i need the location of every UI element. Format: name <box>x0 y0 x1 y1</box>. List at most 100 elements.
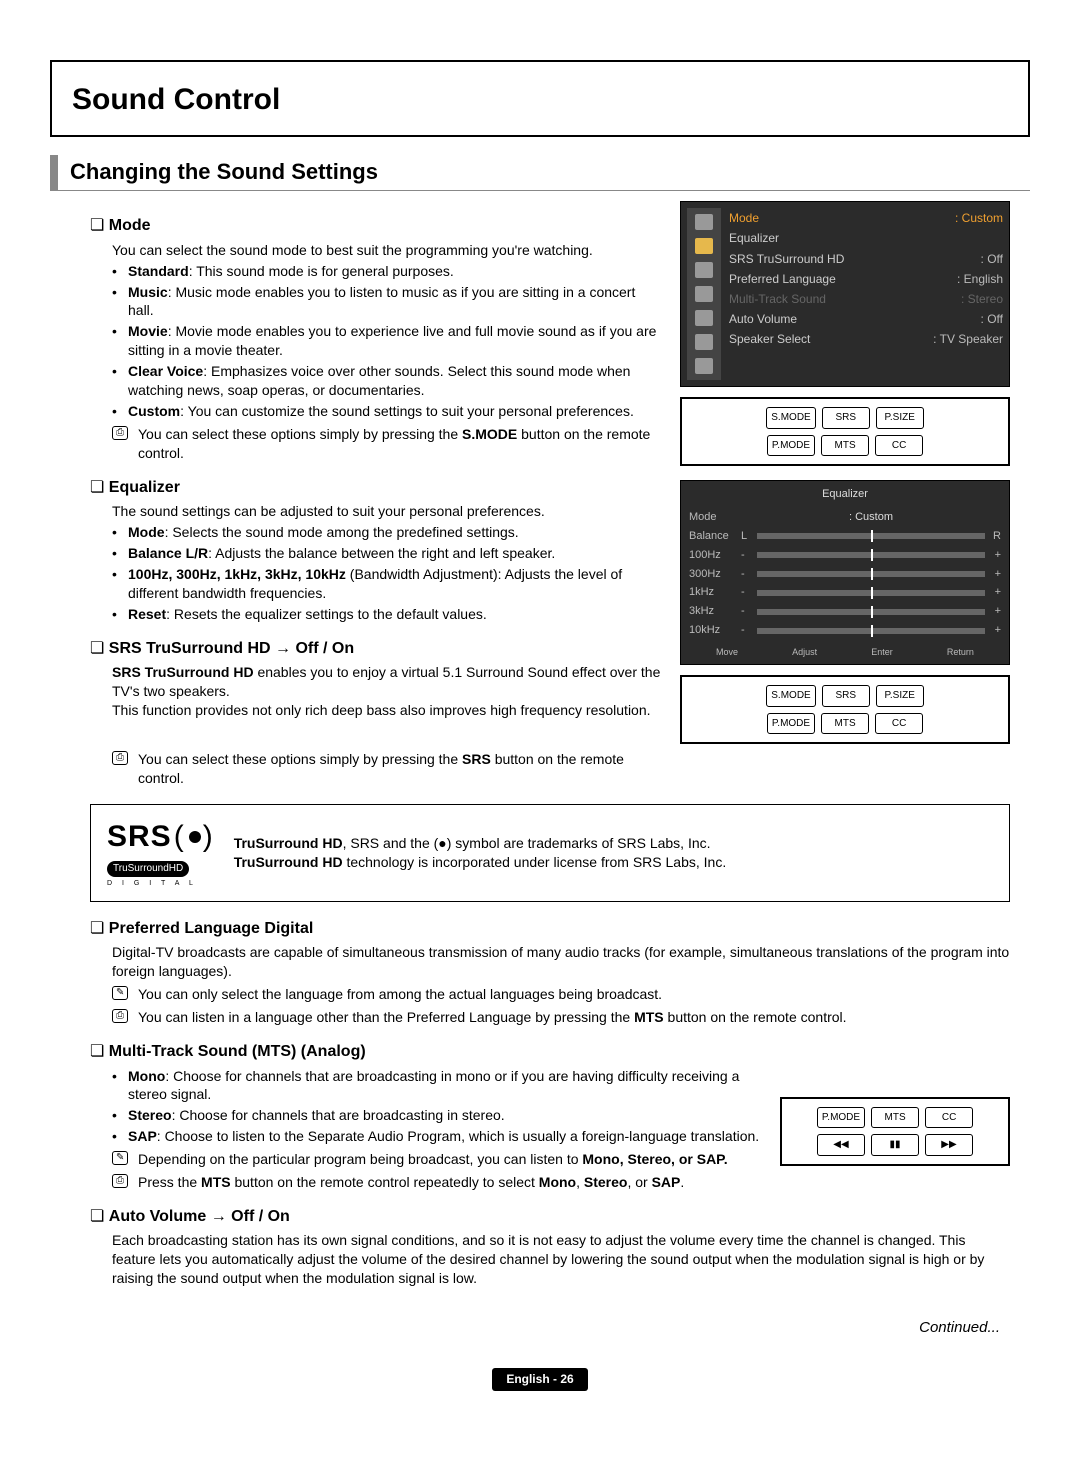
bullet: Standard: This sound mode is for general… <box>112 262 664 281</box>
remote-note-icon: ⎙ <box>112 426 128 440</box>
osd-footer-hint: Move <box>716 646 738 658</box>
speaker-icon <box>695 238 713 254</box>
remote-note-icon: ⎙ <box>112 1174 128 1188</box>
page-footer: English - 26 <box>50 1368 1030 1390</box>
subsection-srs: SRS TruSurround HD → Off / On SRS TruSur… <box>90 638 664 788</box>
bullet: Custom: You can customize the sound sett… <box>112 402 664 421</box>
srs-logo: SRS() TruSurroundHD D I G I T A L <box>107 817 214 889</box>
doc-note-icon: ✎ <box>112 986 128 1000</box>
osd-footer-hint: Adjust <box>792 646 817 658</box>
sub-title: Equalizer <box>90 477 664 499</box>
remote-button: MTS <box>821 713 869 735</box>
bullet-list: Mono: Choose for channels that are broad… <box>112 1067 764 1147</box>
menu-icon <box>695 262 713 278</box>
remote-button: S.MODE <box>766 685 815 707</box>
remote-button: P.SIZE <box>876 685 924 707</box>
osd-menu-item: Speaker Select: TV Speaker <box>729 329 1003 349</box>
osd-menu-item: Preferred Language: English <box>729 269 1003 289</box>
remote-button: P.SIZE <box>876 407 924 429</box>
note: ✎ You can only select the language from … <box>112 985 1010 1004</box>
bullet: 100Hz, 300Hz, 1kHz, 3kHz, 10kHz (Bandwid… <box>112 565 664 603</box>
body-text: The sound settings can be adjusted to su… <box>112 502 664 521</box>
osd-menu-item: Equalizer <box>729 228 1003 248</box>
menu-icon <box>695 214 713 230</box>
osd-menu-item: Mode: Custom <box>729 208 1003 228</box>
bullet: Mono: Choose for channels that are broad… <box>112 1067 764 1105</box>
sub-title: SRS TruSurround HD → Off / On <box>90 638 664 660</box>
remote-button: S.MODE <box>766 407 815 429</box>
section-heading: Changing the Sound Settings <box>50 155 1030 192</box>
osd-footer-hint: Return <box>947 646 974 658</box>
menu-icon <box>695 334 713 350</box>
body-text: You can select the sound mode to best su… <box>112 241 664 260</box>
osd-side-icons <box>687 208 721 380</box>
note: ⎙ You can listen in a language other tha… <box>112 1008 1010 1027</box>
bullet: Movie: Movie mode enables you to experie… <box>112 322 664 360</box>
eq-band-row: 1kHz-+ <box>689 583 1001 602</box>
bullet: Mode: Selects the sound mode among the p… <box>112 523 664 542</box>
subsection-mts: Multi-Track Sound (MTS) (Analog) Mono: C… <box>90 1041 764 1192</box>
bullet: Reset: Resets the equalizer settings to … <box>112 605 664 624</box>
continued-label: Continued... <box>50 1318 1030 1338</box>
bullet-list: Standard: This sound mode is for general… <box>112 262 664 421</box>
osd-title: Equalizer <box>689 487 1001 502</box>
remote-diagram: S.MODE SRS P.SIZE P.MODE MTS CC <box>680 397 1010 466</box>
remote-button: ▶▶ <box>925 1134 973 1156</box>
menu-icon <box>695 358 713 374</box>
doc-note-icon: ✎ <box>112 1151 128 1165</box>
page-number-pill: English - 26 <box>492 1368 587 1390</box>
remote-button: P.MODE <box>767 435 815 457</box>
subsection-preferred-language: Preferred Language Digital Digital-TV br… <box>90 918 1010 1027</box>
osd-equalizer: Equalizer Mode: Custom BalanceLR 100Hz-+… <box>680 480 1010 665</box>
osd-menu-item: Multi-Track Sound: Stereo <box>729 289 1003 309</box>
sub-title: Multi-Track Sound (MTS) (Analog) <box>90 1041 764 1063</box>
sub-title: Auto Volume → Off / On <box>90 1206 1010 1228</box>
bullet: Music: Music mode enables you to listen … <box>112 283 664 321</box>
eq-band-row: 300Hz-+ <box>689 565 1001 584</box>
chapter-title: Sound Control <box>52 80 1028 135</box>
chapter-header-box: Sound Control <box>50 60 1030 137</box>
remote-button: SRS <box>822 685 870 707</box>
bullet: SAP: Choose to listen to the Separate Au… <box>112 1127 764 1146</box>
note: ✎ Depending on the particular program be… <box>112 1150 764 1169</box>
remote-button: ◀◀ <box>817 1134 865 1156</box>
note: ⎙ Press the MTS button on the remote con… <box>112 1173 764 1192</box>
balance-slider <box>757 533 985 539</box>
srs-trademark-box: SRS() TruSurroundHD D I G I T A L TruSur… <box>90 804 1010 902</box>
body-text: Digital-TV broadcasts are capable of sim… <box>112 943 1010 981</box>
remote-button: ▮▮ <box>871 1134 919 1156</box>
content-body: Mode You can select the sound mode to be… <box>50 201 1030 1298</box>
sub-title: Preferred Language Digital <box>90 918 1010 940</box>
bullet: Balance L/R: Adjusts the balance between… <box>112 544 664 563</box>
body-text: This function provides not only rich dee… <box>112 701 664 720</box>
gear-icon <box>695 286 713 302</box>
remote-diagram: S.MODE SRS P.SIZE P.MODE MTS CC <box>680 675 1010 744</box>
note: ⎙ You can select these options simply by… <box>112 425 664 463</box>
remote-button: MTS <box>871 1107 919 1129</box>
remote-button: SRS <box>822 407 870 429</box>
remote-button: P.MODE <box>817 1107 865 1129</box>
remote-button: CC <box>875 713 923 735</box>
menu-icon <box>695 310 713 326</box>
trademark-text: TruSurround HD, SRS and the (●) symbol a… <box>234 834 727 872</box>
subsection-equalizer: Equalizer The sound settings can be adju… <box>90 477 664 624</box>
subsection-auto-volume: Auto Volume → Off / On Each broadcasting… <box>90 1206 1010 1288</box>
eq-band-row: 3kHz-+ <box>689 602 1001 621</box>
eq-band-row: 10kHz-+ <box>689 621 1001 640</box>
remote-button: CC <box>925 1107 973 1129</box>
bullet: Clear Voice: Emphasizes voice over other… <box>112 362 664 400</box>
body-text: Each broadcasting station has its own si… <box>112 1231 1010 1288</box>
eq-band-row: 100Hz-+ <box>689 546 1001 565</box>
remote-button: P.MODE <box>767 713 815 735</box>
body-text: SRS TruSurround HD enables you to enjoy … <box>112 663 664 701</box>
remote-button: CC <box>875 435 923 457</box>
subsection-mode: Mode You can select the sound mode to be… <box>90 215 664 462</box>
remote-note-icon: ⎙ <box>112 751 128 765</box>
bullet-list: Mode: Selects the sound mode among the p… <box>112 523 664 623</box>
osd-menu-item: SRS TruSurround HD: Off <box>729 249 1003 269</box>
osd-footer-hint: Enter <box>871 646 893 658</box>
osd-menu-list: Mode: CustomEqualizerSRS TruSurround HD:… <box>721 208 1003 380</box>
remote-button: MTS <box>821 435 869 457</box>
sub-title: Mode <box>90 215 664 237</box>
osd-menu-item: Auto Volume: Off <box>729 309 1003 329</box>
